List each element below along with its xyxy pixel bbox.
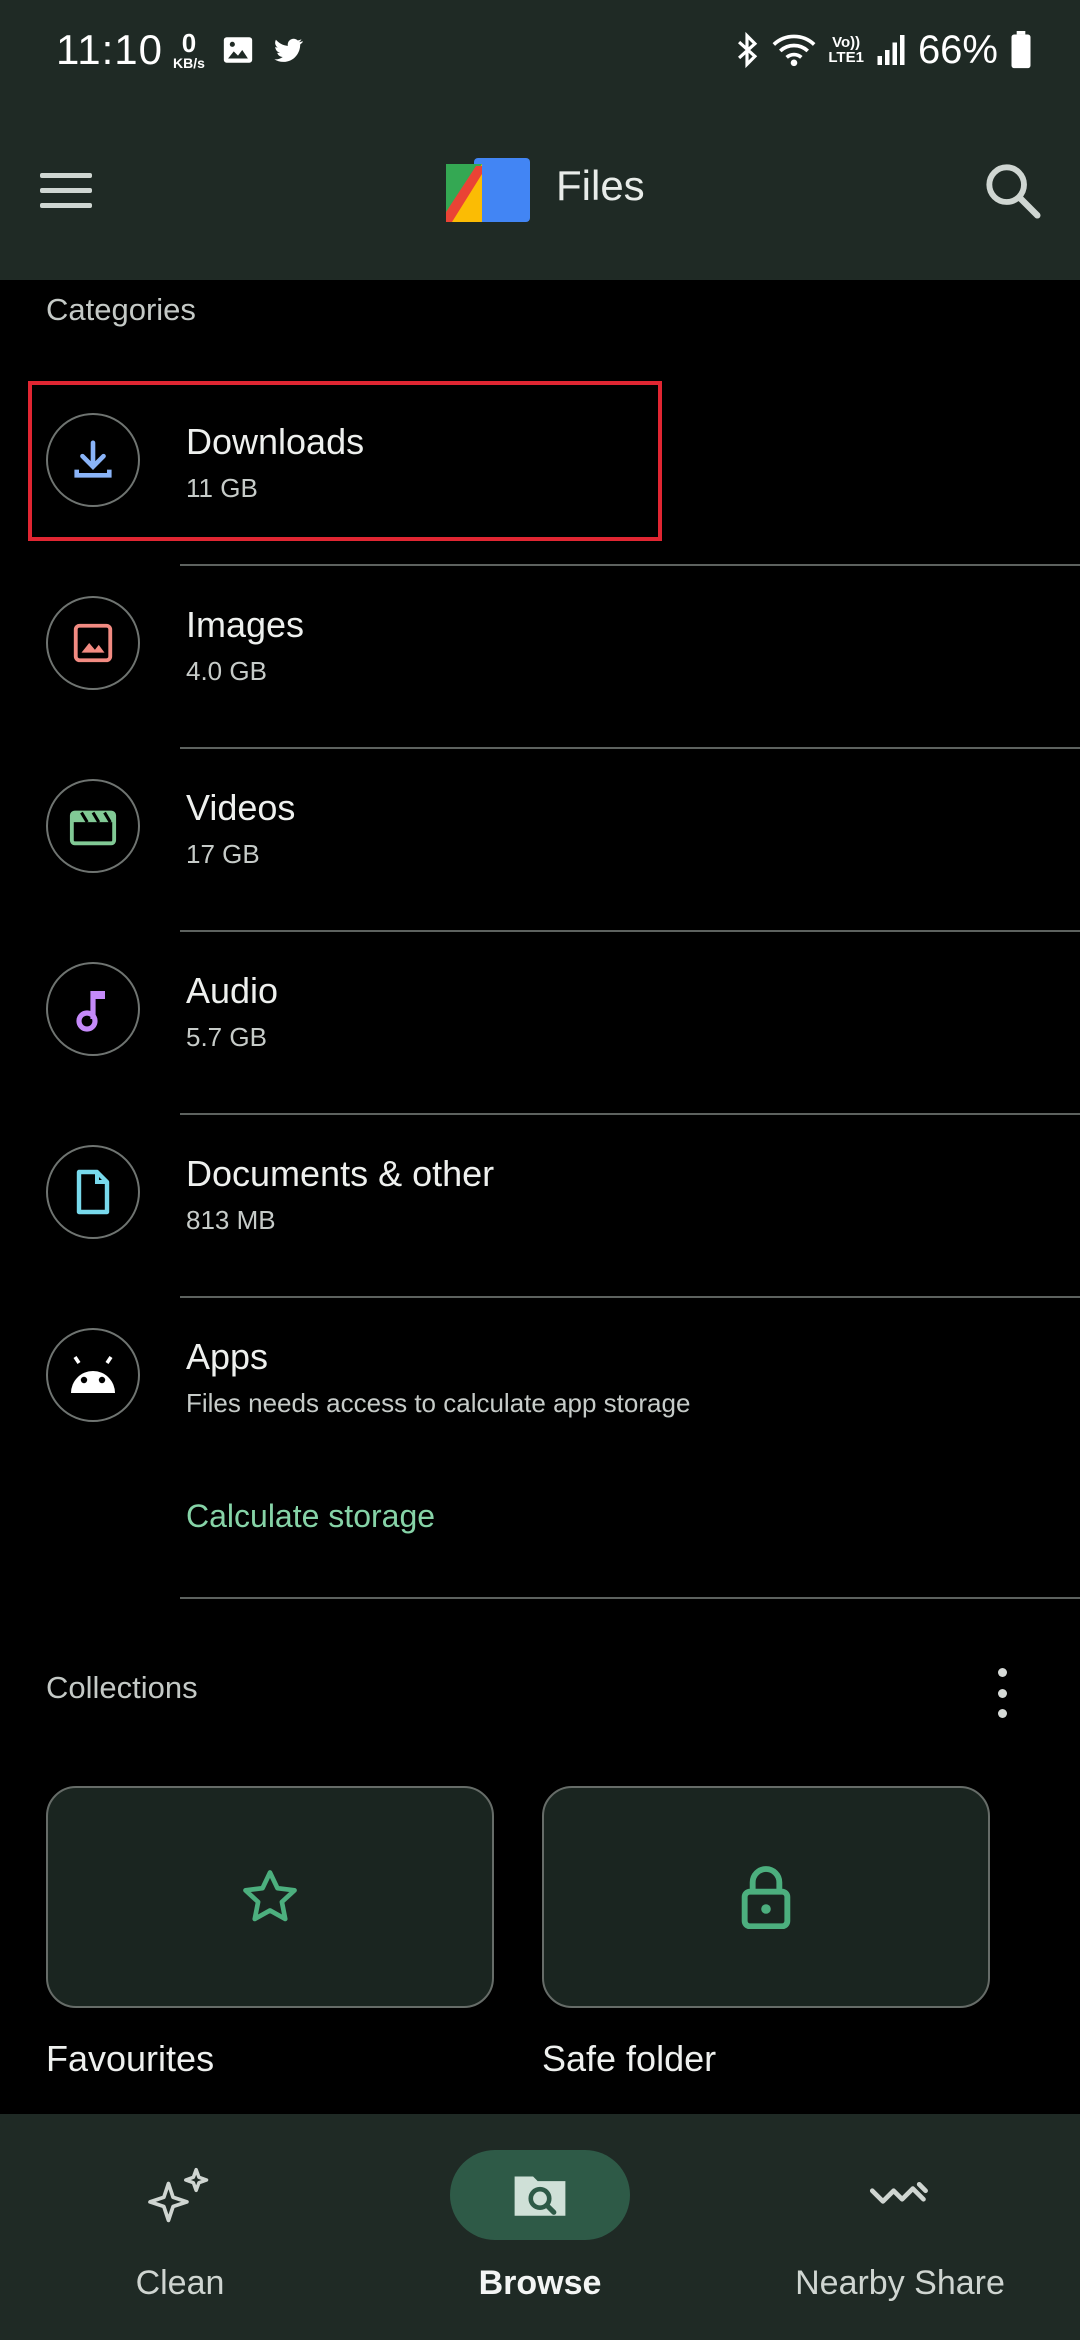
lock-icon [741,1866,791,1929]
category-name: Videos [186,787,296,828]
app-bar: Files [0,100,1080,280]
nav-browse[interactable]: Browse [360,2114,720,2340]
document-icon [46,1145,140,1239]
category-name: Audio [186,970,279,1011]
video-icon [46,779,140,873]
safe-folder-label: Safe folder [542,2038,717,2079]
calculate-storage-button[interactable]: Calculate storage [186,1498,435,1535]
files-logo-icon [446,158,530,222]
category-images[interactable]: Images 4.0 GB [0,566,1080,749]
highlight-box [28,381,662,541]
category-apps[interactable]: Apps Files needs access to calculate app… [0,1298,1080,1599]
battery-icon [1011,31,1031,69]
category-audio[interactable]: Audio 5.7 GB [0,932,1080,1115]
favourites-card[interactable] [46,1786,494,2008]
battery-percent: 66% [917,27,998,72]
volte-indicator: Vo)) LTE1 [828,35,864,65]
category-documents[interactable]: Documents & other 813 MB [0,1115,1080,1298]
wifi-icon [772,34,816,67]
nav-pill [810,2150,990,2240]
nav-pill [90,2150,270,2240]
gallery-notification-icon [223,37,253,63]
category-size: 4.0 GB [186,656,267,686]
category-size: 17 GB [186,839,260,869]
category-name: Images [186,604,305,645]
divider [180,1597,1080,1599]
twitter-notification-icon [274,38,303,62]
category-size: 5.7 GB [186,1022,267,1052]
app-title: Files [556,162,645,209]
bottom-navigation: Clean Browse Nearby Share [0,2114,1080,2340]
category-description: Files needs access to calculate app stor… [186,1388,691,1418]
image-icon [46,596,140,690]
menu-icon[interactable] [40,160,120,220]
volte-label: Vo)) [832,34,861,51]
network-speed-unit: KB/s [173,55,205,71]
browse-folder-icon [514,2176,566,2216]
favourites-label: Favourites [46,2038,215,2079]
music-note-icon [46,962,140,1056]
nav-label: Browse [478,2264,602,2302]
nav-pill-active [450,2150,630,2240]
safe-folder-card[interactable] [542,1786,990,2008]
category-size: 813 MB [186,1205,276,1235]
nav-nearby-share[interactable]: Nearby Share [720,2114,1080,2340]
nearby-share-icon [869,2181,928,2204]
android-icon [46,1328,140,1422]
status-time: 11:10 [56,26,163,73]
sparkle-icon [148,2167,209,2223]
network-speed: 0 KB/s [173,30,205,70]
bluetooth-icon [738,31,758,69]
lte-label: LTE1 [828,49,864,66]
collections-header: Collections [46,1670,198,1705]
search-icon[interactable] [980,158,1044,222]
category-videos[interactable]: Videos 17 GB [0,749,1080,932]
nav-label: Clean [135,2264,225,2302]
categories-header: Categories [46,292,196,327]
status-bar: 11:10 0 KB/s Vo)) LTE1 66% [0,0,1080,100]
nav-label: Nearby Share [795,2264,1005,2302]
category-name: Documents & other [186,1153,495,1194]
star-icon [243,1870,297,1922]
category-name: Apps [186,1336,269,1377]
nav-clean[interactable]: Clean [0,2114,360,2340]
network-speed-value: 0 [181,28,197,58]
signal-icon [877,35,905,65]
more-options-icon[interactable] [990,1668,1014,1718]
